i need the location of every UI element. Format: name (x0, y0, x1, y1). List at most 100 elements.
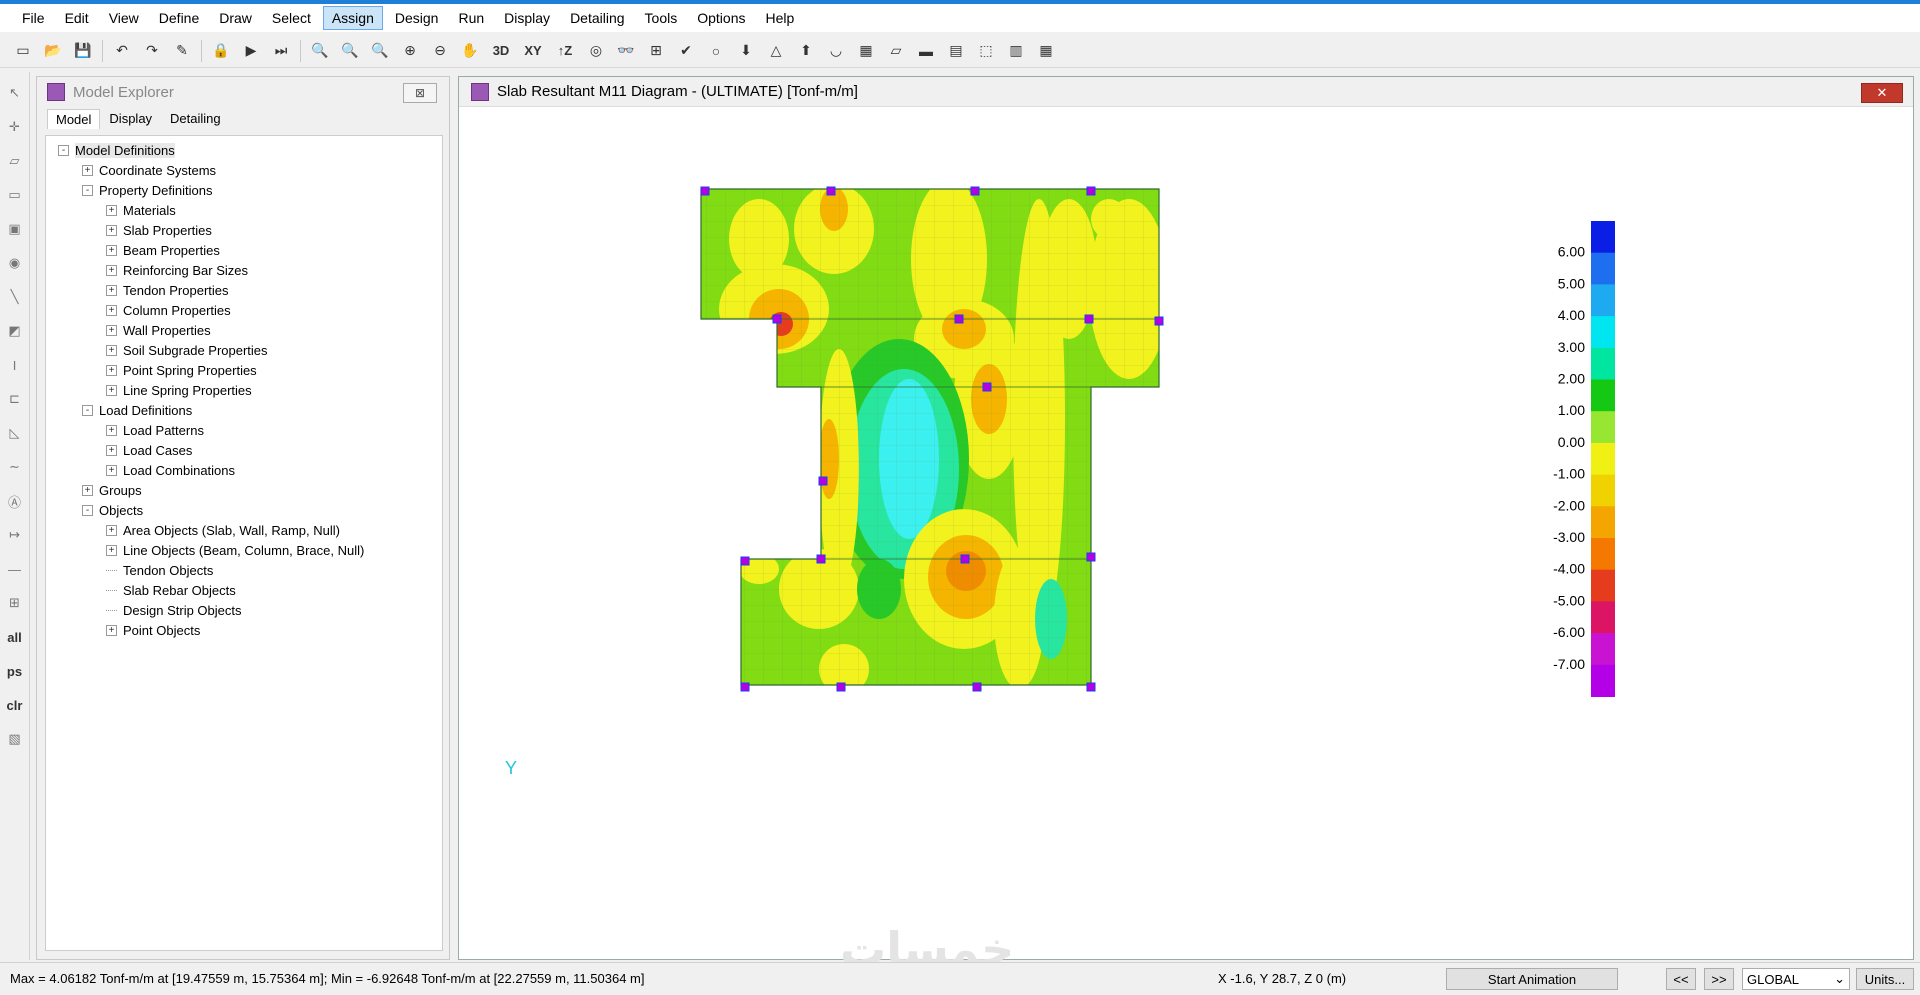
menu-design[interactable]: Design (387, 7, 447, 29)
draw-line-icon[interactable]: ╲ (2, 282, 28, 312)
explorer-close-button[interactable]: ⊠ (403, 83, 437, 103)
tree-node[interactable]: + Line Objects (Beam, Column, Brace, Null… (46, 540, 442, 560)
pan-icon[interactable]: ✋ (457, 38, 483, 64)
draw-frame-icon[interactable]: ⊏ (2, 384, 28, 414)
expand-icon[interactable]: + (106, 304, 117, 316)
pointer-icon[interactable]: ↖ (2, 78, 28, 108)
expand-icon[interactable]: + (106, 364, 117, 376)
expand-icon[interactable]: + (106, 444, 117, 456)
tree-node[interactable]: - Objects (46, 500, 442, 520)
pencil-icon[interactable]: ✎ (169, 38, 195, 64)
table-icon[interactable]: ▦ (1033, 38, 1059, 64)
draw-tendon-icon[interactable]: ∼ (2, 452, 28, 482)
tree-node[interactable]: + Coordinate Systems (46, 160, 442, 180)
tree-node[interactable]: + Point Objects (46, 620, 442, 640)
tree-node[interactable]: + Line Spring Properties (46, 380, 442, 400)
expand-icon[interactable]: + (106, 284, 117, 296)
tree-node[interactable]: + Wall Properties (46, 320, 442, 340)
tree-node[interactable]: + Soil Subgrade Properties (46, 340, 442, 360)
menu-draw[interactable]: Draw (211, 7, 260, 29)
intersecting-line-icon[interactable]: ▧ (2, 724, 28, 754)
menu-tools[interactable]: Tools (637, 7, 686, 29)
run-analysis-icon[interactable]: ⏭ (268, 38, 294, 64)
expand-icon[interactable]: + (106, 624, 117, 636)
tree-node[interactable]: + Point Spring Properties (46, 360, 442, 380)
new-file-icon[interactable]: ▭ (10, 38, 36, 64)
tree-node[interactable]: + Area Objects (Slab, Wall, Ramp, Null) (46, 520, 442, 540)
tree-node[interactable]: + Load Combinations (46, 460, 442, 480)
tree-node[interactable]: - Load Definitions (46, 400, 442, 420)
view-z-button[interactable]: ↑Z (551, 38, 579, 64)
expand-icon[interactable]: + (106, 384, 117, 396)
menu-select[interactable]: Select (264, 7, 319, 29)
object-shrink-icon[interactable]: ⊞ (643, 38, 669, 64)
slab-contour-plot[interactable]: 6.00 5.00 4.00 3.00 2.00 1.00 0.00 -1.00 -2.00 -3… (459, 109, 1913, 959)
zoom-in-icon[interactable]: ⊕ (397, 38, 423, 64)
menu-detailing[interactable]: Detailing (562, 7, 632, 29)
dimension-icon[interactable]: ↦ (2, 520, 28, 550)
zoom-extents-icon[interactable]: 🔍 (337, 38, 363, 64)
tab-detailing[interactable]: Detailing (161, 108, 230, 129)
section-cut-icon[interactable]: ▤ (943, 38, 969, 64)
menu-options[interactable]: Options (689, 7, 753, 29)
tree-node[interactable]: + Tendon Properties (46, 280, 442, 300)
zoom-window-icon[interactable]: 🔍 (307, 38, 333, 64)
zoom-previous-icon[interactable]: 🔍 (367, 38, 393, 64)
tree-node[interactable]: + Load Patterns (46, 420, 442, 440)
menu-file[interactable]: File (14, 7, 53, 29)
tree-node[interactable]: + Column Properties (46, 300, 442, 320)
collapse-icon[interactable]: - (82, 184, 93, 196)
draw-opening-icon[interactable]: ▣ (2, 214, 28, 244)
previous-button[interactable]: << (1666, 968, 1696, 990)
collapse-icon[interactable]: - (82, 504, 93, 516)
undo-icon[interactable]: ↶ (109, 38, 135, 64)
bowl-icon[interactable]: ◡ (823, 38, 849, 64)
strip-icon[interactable]: ▬ (913, 38, 939, 64)
expand-icon[interactable]: + (82, 484, 93, 496)
tree-node[interactable]: + Beam Properties (46, 240, 442, 260)
tree-node[interactable]: + Reinforcing Bar Sizes (46, 260, 442, 280)
draw-point-icon[interactable]: ✛ (2, 112, 28, 142)
expand-icon[interactable]: + (106, 464, 117, 476)
draw-rectangle-icon[interactable]: ▭ (2, 180, 28, 210)
tab-display[interactable]: Display (100, 108, 161, 129)
forces-icon[interactable]: ▦ (853, 38, 879, 64)
view-3d-button[interactable]: 3D (487, 38, 515, 64)
plot-close-button[interactable]: ✕ (1861, 83, 1903, 103)
menu-edit[interactable]: Edit (57, 7, 97, 29)
draw-column-icon[interactable]: ◉ (2, 248, 28, 278)
collapse-icon[interactable]: - (82, 404, 93, 416)
grid-icon[interactable]: ▥ (1003, 38, 1029, 64)
redo-icon[interactable]: ↷ (139, 38, 165, 64)
zoom-out-icon[interactable]: ⊖ (427, 38, 453, 64)
tree-node[interactable]: + Slab Properties (46, 220, 442, 240)
tree-node[interactable]: + Load Cases (46, 440, 442, 460)
snap-icon[interactable]: ⊞ (2, 588, 28, 618)
menu-help[interactable]: Help (757, 7, 802, 29)
expand-icon[interactable]: + (106, 224, 117, 236)
lock-icon[interactable]: 🔒 (208, 38, 234, 64)
menu-display[interactable]: Display (496, 7, 558, 29)
expand-icon[interactable]: + (106, 264, 117, 276)
draw-strip-icon[interactable]: Ⓐ (2, 486, 28, 516)
menu-view[interactable]: View (101, 7, 147, 29)
tree-node[interactable]: Tendon Objects (46, 560, 442, 580)
triangle-icon[interactable]: △ (763, 38, 789, 64)
tree-node[interactable]: + Groups (46, 480, 442, 500)
select-box-icon[interactable]: ⬚ (973, 38, 999, 64)
circle-icon[interactable]: ○ (703, 38, 729, 64)
units-button[interactable]: Units... (1856, 968, 1914, 990)
draw-beam-icon[interactable]: ◩ (2, 316, 28, 346)
expand-icon[interactable]: + (106, 324, 117, 336)
next-button[interactable]: >> (1704, 968, 1734, 990)
tree-node[interactable]: - Model Definitions (46, 140, 442, 160)
tree-node[interactable]: Slab Rebar Objects (46, 580, 442, 600)
open-file-icon[interactable]: 📂 (40, 38, 66, 64)
tree-node[interactable]: Design Strip Objects (46, 600, 442, 620)
collapse-icon[interactable]: - (58, 144, 69, 156)
rotate-icon[interactable]: ◎ (583, 38, 609, 64)
coordinate-system-select[interactable]: GLOBAL ⌄ (1742, 968, 1850, 990)
deformed-shape-icon[interactable]: ⬇ (733, 38, 759, 64)
check-icon[interactable]: ✔ (673, 38, 699, 64)
expand-icon[interactable]: + (106, 424, 117, 436)
